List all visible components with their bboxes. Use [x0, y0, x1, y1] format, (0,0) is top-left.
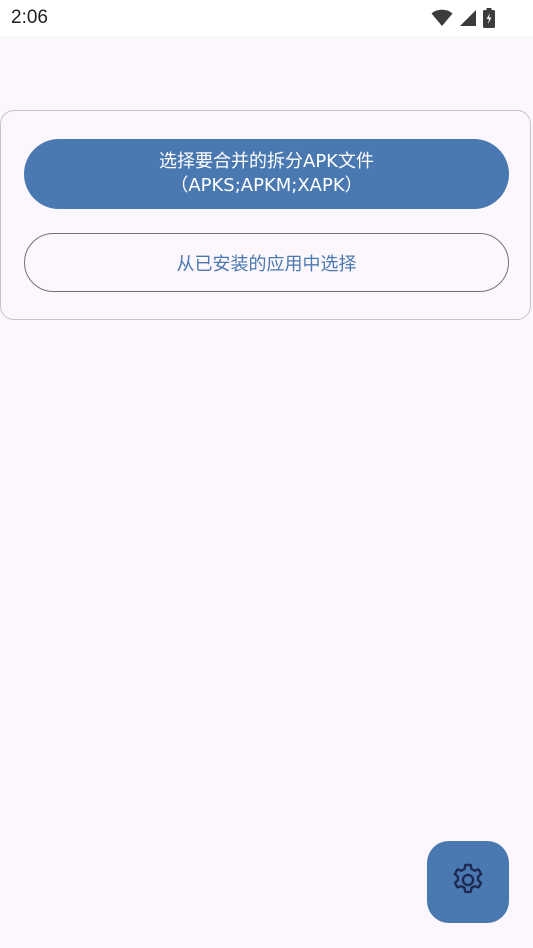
select-installed-app-button[interactable]: 从已安装的应用中选择 [24, 233, 509, 292]
status-time: 2:06 [11, 7, 48, 28]
select-split-apk-button[interactable]: 选择要合并的拆分APK文件 （APKS;APKM;XAPK） [24, 139, 509, 209]
select-split-apk-label: 选择要合并的拆分APK文件 [159, 151, 374, 172]
battery-charging-icon [483, 8, 495, 28]
status-bar: 2:06 [0, 0, 533, 36]
settings-fab[interactable] [427, 841, 509, 923]
status-icons [431, 8, 495, 28]
navigation-bar-area [0, 944, 533, 948]
select-installed-app-label: 从已安装的应用中选择 [176, 253, 357, 275]
signal-icon [459, 9, 477, 27]
select-split-apk-formats: （APKS;APKM;XAPK） [170, 175, 363, 196]
gear-icon [449, 861, 487, 903]
wifi-icon [431, 9, 453, 27]
